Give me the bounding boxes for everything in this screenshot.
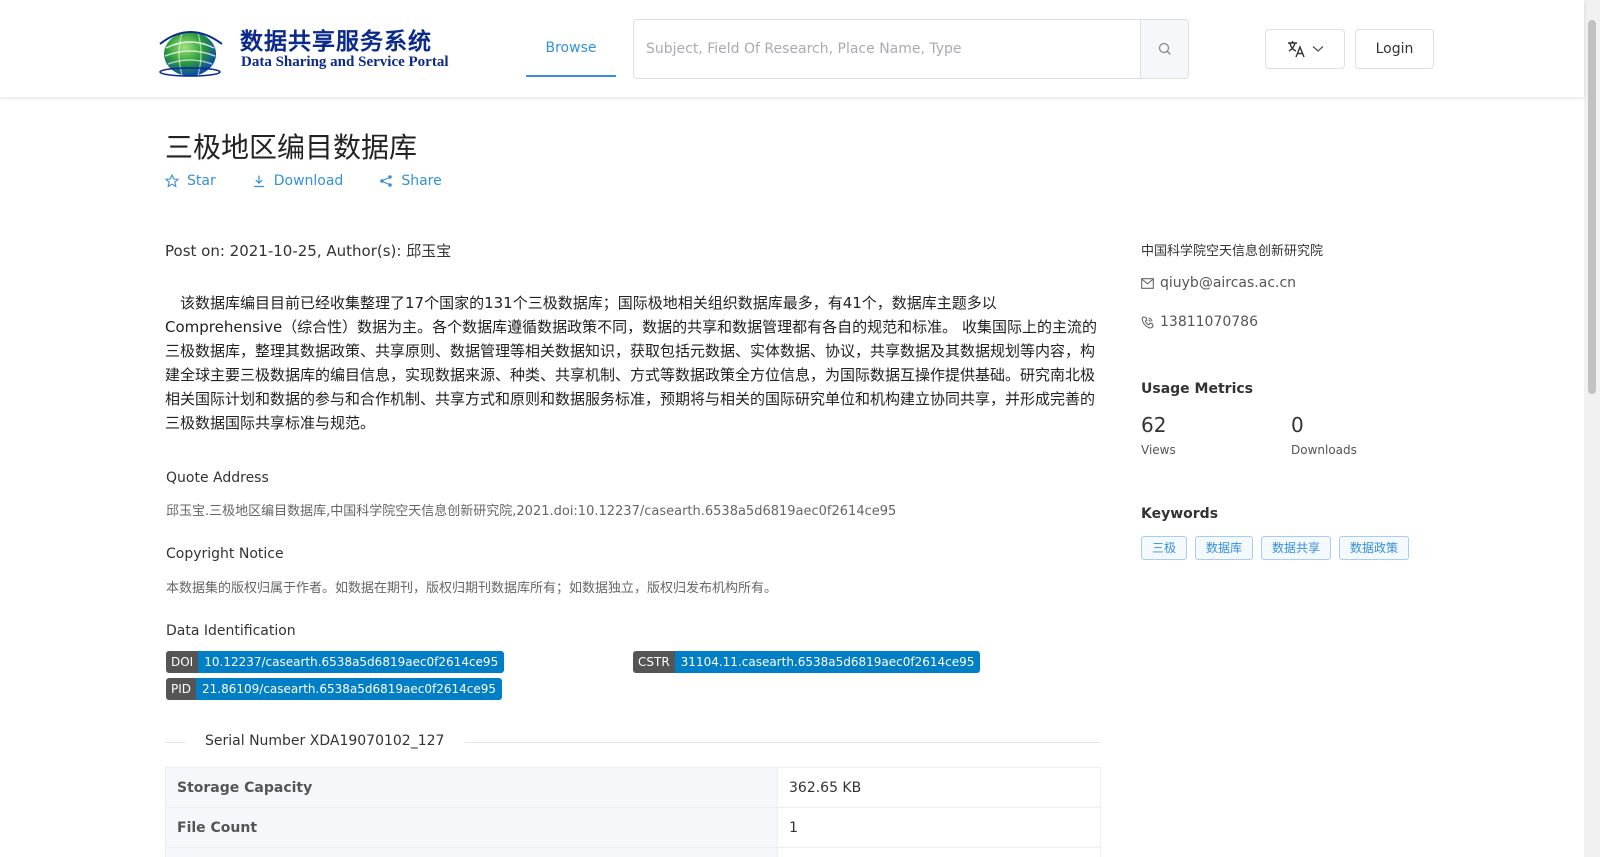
keyword-tag[interactable]: 三极 [1141,536,1188,560]
dataset-abstract: 该数据库编目目前已经收集整理了17个国家的131个三极数据库；国际极地相关组织数… [165,294,1097,432]
cstr-badge[interactable]: CSTR 31104.11.casearth.6538a5d6819aec0f2… [633,651,981,673]
downloads-label: Downloads [1291,443,1357,457]
globe-logo-icon [159,31,223,77]
table-key-cell [165,847,778,857]
translate-icon [1288,41,1305,58]
download-label: Download [273,173,344,189]
login-button[interactable]: Login [1355,29,1434,69]
top-header: 数据共享服务系统 Data Sharing and Service Portal… [0,0,1584,97]
search-icon [1158,42,1171,55]
keyword-tags: 三极 数据库 数据共享 数据政策 [1141,536,1410,560]
dataset-info-table: Storage Capacity 362.65 KB File Count 1 [165,767,1101,857]
serial-number-divider: Serial Number XDA19070102_127 [165,733,1101,751]
table-row: File Count 1 [165,807,1101,848]
table-value-cell [777,847,1101,857]
mail-icon [1141,277,1154,289]
contact-phone: 13811070786 [1141,314,1258,330]
phone-text: 13811070786 [1160,314,1258,330]
quote-address-text: 邱玉宝.三极地区编目数据库,中国科学院空天信息创新研究院,2021.doi:10… [166,504,897,519]
action-bar: Star Download Share [165,173,442,189]
copyright-label: Copyright Notice [166,546,284,562]
table-key-cell: Storage Capacity [165,767,778,808]
pid-badge[interactable]: PID 21.86109/casearth.6538a5d6819aec0f26… [166,678,502,700]
search-input[interactable] [634,20,1140,78]
table-value-cell: 362.65 KB [777,767,1101,808]
download-icon [253,175,264,188]
doi-badge-key: DOI [166,651,199,673]
copyright-text: 本数据集的版权归属于作者。如数据在期刊，版权归期刊数据库所有；如数据独立，版权归… [166,581,778,596]
logo-title-en: Data Sharing and Service Portal [241,54,449,70]
star-label: Star [187,173,216,189]
pid-badge-value: 21.86109/casearth.6538a5d6819aec0f2614ce… [196,678,502,700]
data-identification-label: Data Identification [166,623,296,639]
cstr-badge-value: 31104.11.casearth.6538a5d6819aec0f2614ce… [674,651,981,673]
share-button[interactable]: Share [379,173,442,189]
share-label: Share [401,173,442,189]
star-icon [165,174,179,188]
institution-name: 中国科学院空天信息创新研究院 [1141,244,1324,259]
doi-badge[interactable]: DOI 10.12237/casearth.6538a5d6819aec0f26… [166,651,505,673]
divider-line-left [165,742,185,743]
search-bar [633,19,1189,79]
keyword-tag[interactable]: 数据政策 [1339,536,1410,560]
keywords-title: Keywords [1141,506,1219,522]
post-meta: Post on: 2021-10-25, Author(s): 邱玉宝 [165,242,452,260]
page-title: 三极地区编目数据库 [165,131,418,164]
contact-email[interactable]: qiuyb@aircas.ac.cn [1141,275,1296,291]
keyword-tag[interactable]: 数据库 [1195,536,1254,560]
share-icon [380,175,393,187]
search-button[interactable] [1140,20,1188,78]
download-button[interactable]: Download [252,173,344,189]
keyword-tag[interactable]: 数据共享 [1261,536,1332,560]
table-row: Storage Capacity 362.65 KB [165,767,1101,808]
table-key-cell: File Count [165,807,778,848]
language-switch-button[interactable] [1265,29,1345,69]
serial-number-text: Serial Number XDA19070102_127 [205,733,445,749]
pid-badge-key: PID [166,678,197,700]
doi-badge-value: 10.12237/casearth.6538a5d6819aec0f2614ce… [198,651,505,673]
phone-icon [1141,315,1154,328]
star-button[interactable]: Star [165,173,216,189]
site-logo[interactable]: 数据共享服务系统 Data Sharing and Service Portal [152,20,449,78]
page-scrollbar[interactable] [1584,0,1600,857]
downloads-count: 0 [1291,413,1304,437]
logo-title-cn: 数据共享服务系统 [240,28,432,55]
table-value-cell: 1 [777,807,1101,848]
chevron-down-icon [1312,46,1324,52]
table-row [165,847,1101,857]
usage-metrics-title: Usage Metrics [1141,381,1253,397]
quote-address-label: Quote Address [166,470,269,486]
nav-browse-tab[interactable]: Browse [526,0,616,77]
views-count: 62 [1141,413,1167,437]
views-label: Views [1141,443,1176,457]
divider-line-right [465,742,1101,743]
email-text: qiuyb@aircas.ac.cn [1160,275,1297,291]
scrollbar-thumb[interactable] [1588,20,1596,394]
cstr-badge-key: CSTR [633,651,675,673]
